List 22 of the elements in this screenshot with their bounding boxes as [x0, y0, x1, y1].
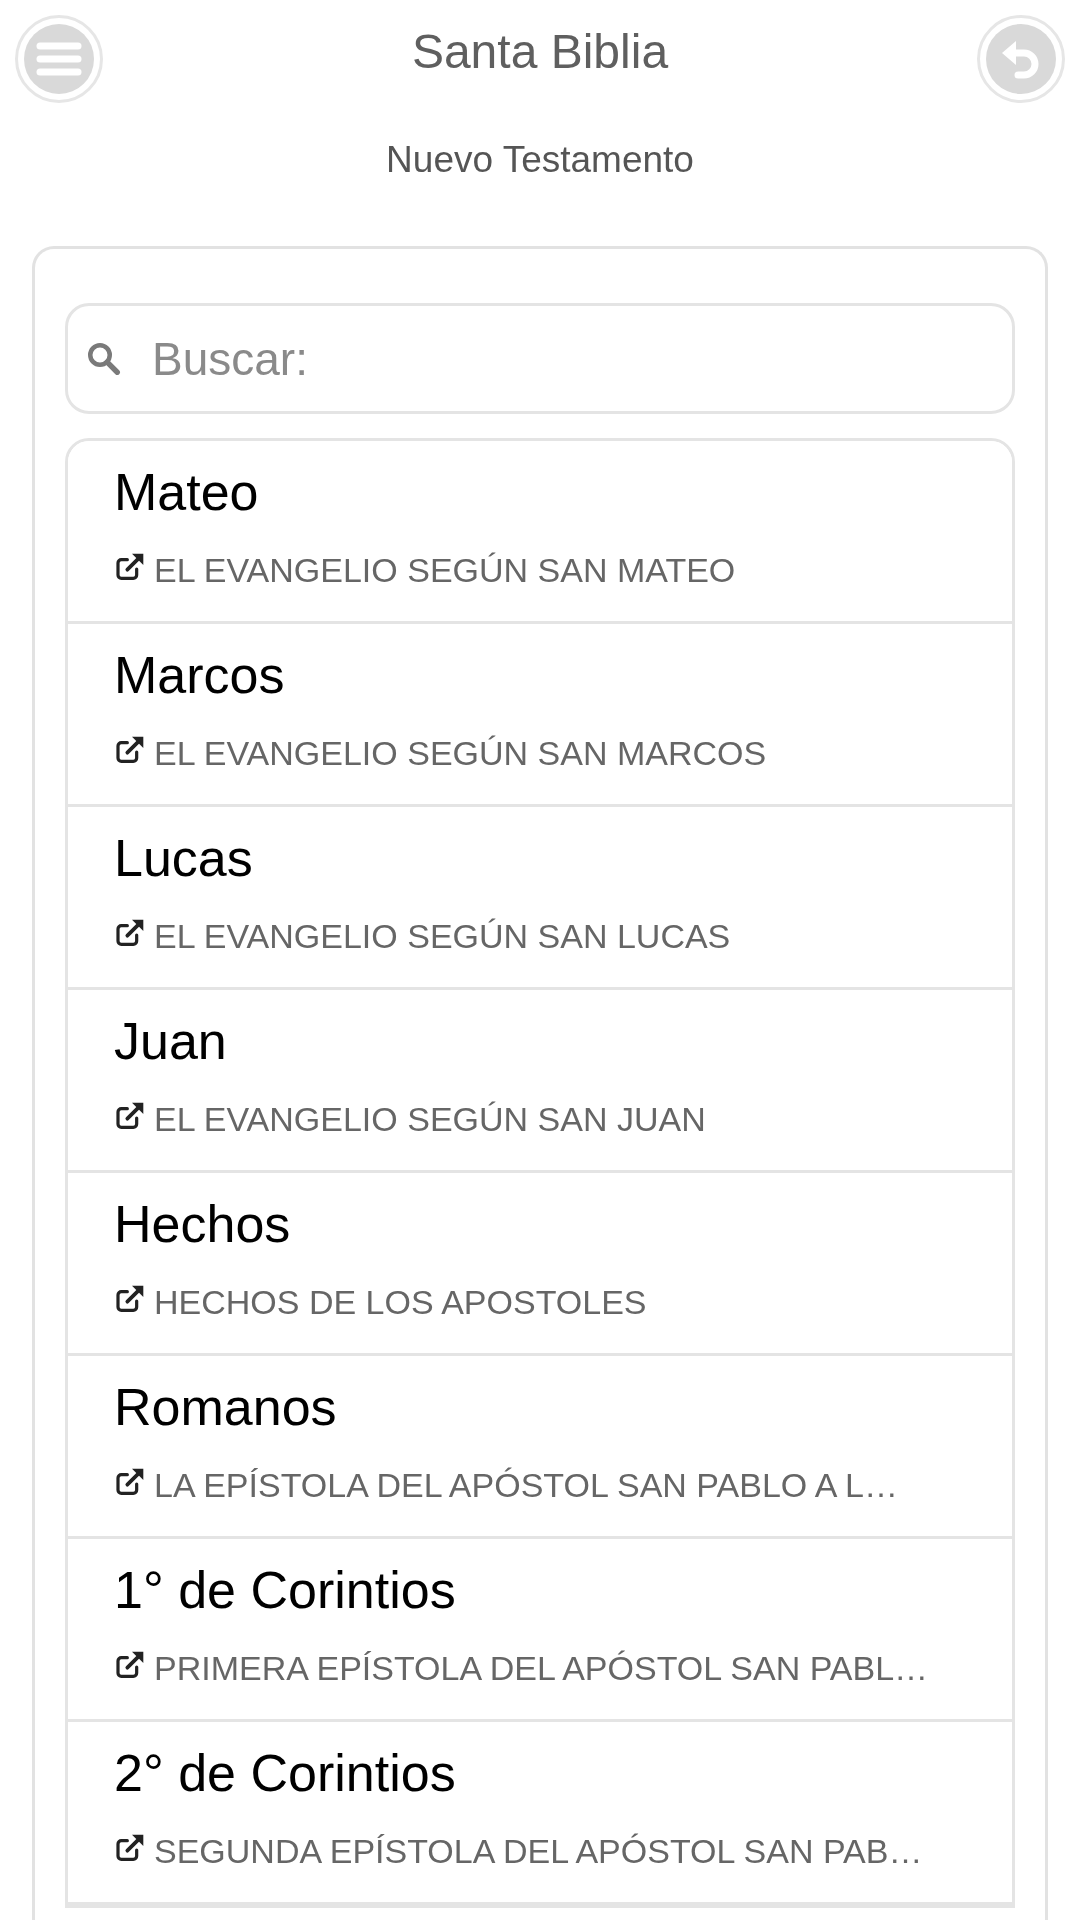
book-list-item[interactable]: Mateo EL EVANGELIO SEGÚN SAN MATEO [68, 441, 1012, 625]
book-title: Marcos [114, 645, 285, 707]
book-title: Juan [114, 1011, 227, 1073]
book-title: Hechos [114, 1194, 291, 1256]
book-description: EL EVANGELIO SEGÚN SAN MARCOS [154, 732, 767, 774]
book-title: Romanos [114, 1377, 337, 1439]
book-description: SEGUNDA EPÍSTOLA DEL APÓSTOL SAN PAB… [154, 1830, 923, 1872]
book-description: EL EVANGELIO SEGÚN SAN MATEO [154, 549, 736, 591]
section-heading: Nuevo Testamento [386, 138, 694, 182]
book-title: 2° de Corintios [114, 1743, 456, 1805]
app-title: Santa Biblia [411, 24, 669, 80]
book-title: Lucas [114, 828, 253, 890]
book-description: EL EVANGELIO SEGÚN SAN JUAN [154, 1098, 706, 1140]
book-description: HECHOS DE LOS APOSTOLES [154, 1281, 647, 1323]
book-description: PRIMERA EPÍSTOLA DEL APÓSTOL SAN PABL… [154, 1647, 929, 1689]
search-icon [85, 340, 121, 377]
search-field[interactable]: Buscar: [65, 303, 1015, 415]
book-title: Mateo [114, 462, 259, 524]
book-description: LA EPÍSTOLA DEL APÓSTOL SAN PABLO A L… [154, 1464, 898, 1506]
book-title: 1° de Corintios [114, 1560, 456, 1622]
menu-icon [24, 24, 94, 94]
book-description: EL EVANGELIO SEGÚN SAN LUCAS [154, 915, 731, 957]
